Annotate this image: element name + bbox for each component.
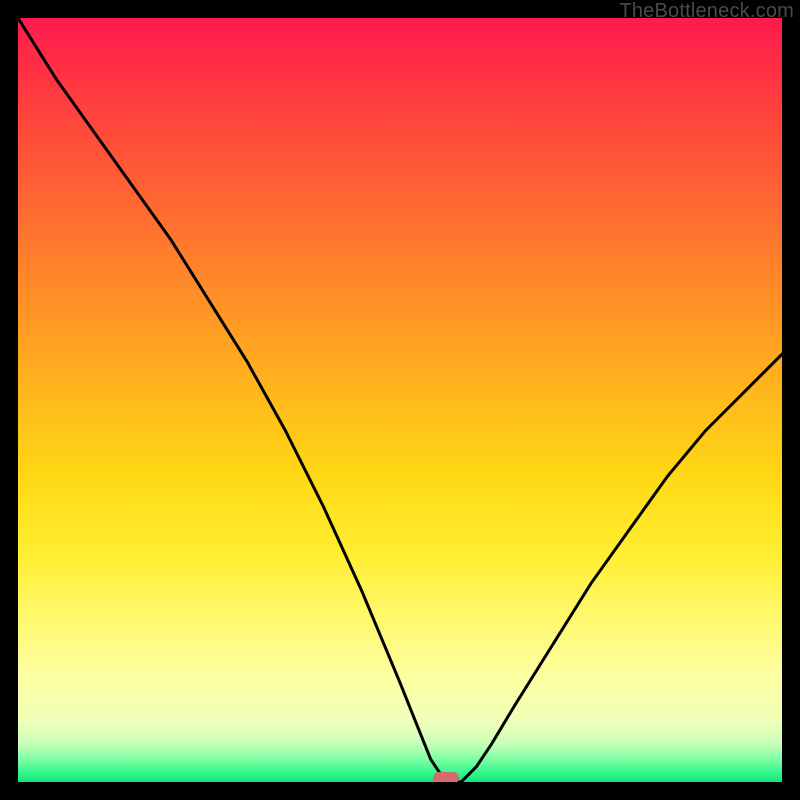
chart-frame: TheBottleneck.com [0,0,800,800]
watermark-text: TheBottleneck.com [619,0,794,23]
bottleneck-curve [18,18,782,782]
plot-area [18,18,782,782]
optimal-marker [433,772,459,782]
curve-path [18,18,782,782]
